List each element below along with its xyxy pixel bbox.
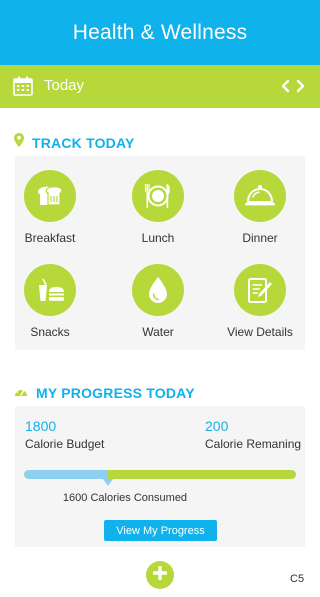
tile-label: Breakfast	[24, 231, 76, 245]
calorie-remaining-label: Calorie Remaning	[205, 437, 302, 451]
add-button[interactable]	[146, 561, 174, 589]
progress-title: MY PROGRESS TODAY	[36, 385, 195, 401]
app-title: Health & Wellness	[72, 20, 248, 44]
track-today-card: Breakfast Lunch Dinner Snacks Water View…	[15, 156, 305, 350]
calorie-budget-value: 1800	[25, 418, 57, 434]
progress-card: 1800 Calorie Budget 200 Calorie Remaning…	[15, 406, 305, 547]
progress-header: MY PROGRESS TODAY	[14, 384, 195, 402]
track-today-header: TRACK TODAY	[14, 133, 135, 152]
tile-label: Snacks	[30, 325, 70, 339]
tile-snacks[interactable]: Snacks	[5, 250, 95, 340]
cloche-icon	[234, 170, 286, 222]
calorie-progress-bar	[24, 470, 296, 479]
view-my-progress-button[interactable]: View My Progress	[104, 520, 217, 541]
water-drop-icon	[132, 264, 184, 316]
progress-marker	[103, 479, 113, 486]
plate-cutlery-icon	[132, 170, 184, 222]
snack-icon	[24, 264, 76, 316]
chevron-left-icon[interactable]	[280, 78, 292, 94]
tile-label: Water	[142, 325, 174, 339]
tile-water[interactable]: Water	[113, 250, 203, 340]
bread-icon	[24, 170, 76, 222]
map-pin-icon	[14, 133, 24, 152]
notepad-icon	[234, 264, 286, 316]
gauge-icon	[14, 384, 28, 402]
corner-code: C5	[290, 573, 305, 585]
tile-label: Dinner	[242, 231, 278, 245]
calories-consumed-label: 1600 Calories Consumed	[62, 492, 188, 504]
tile-dinner[interactable]: Dinner	[215, 156, 305, 246]
app-header: Health & Wellness	[0, 0, 320, 65]
track-today-title: TRACK TODAY	[32, 134, 135, 151]
plus-icon	[152, 565, 168, 586]
calorie-remaining-value: 200	[205, 418, 229, 434]
chevron-right-icon[interactable]	[294, 78, 306, 94]
calorie-budget-label: Calorie Budget	[25, 437, 105, 451]
calorie-progress-fill	[24, 470, 108, 479]
date-bar: Today	[0, 65, 320, 108]
tile-lunch[interactable]: Lunch	[113, 156, 203, 246]
date-label: Today	[44, 77, 85, 94]
calendar-icon[interactable]	[13, 76, 33, 96]
tile-breakfast[interactable]: Breakfast	[5, 156, 95, 246]
tile-label: View Details	[227, 325, 293, 339]
tile-label: Lunch	[141, 231, 175, 245]
tile-view-details[interactable]: View Details	[215, 250, 305, 340]
